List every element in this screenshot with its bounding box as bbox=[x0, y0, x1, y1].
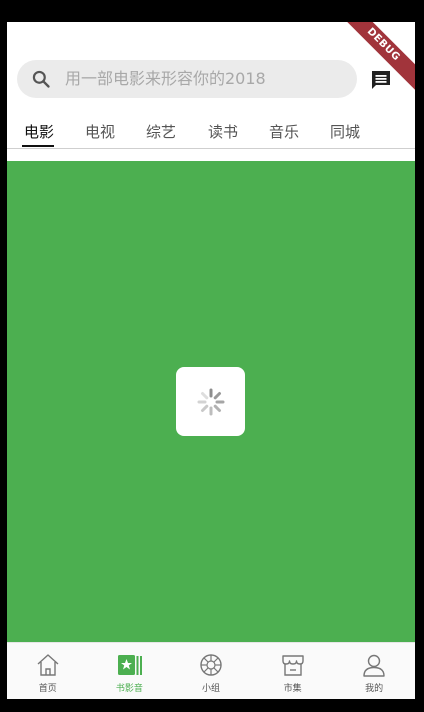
nav-label: 市集 bbox=[283, 684, 302, 694]
tab-label: 音乐 bbox=[269, 123, 300, 141]
tab-label: 电视 bbox=[85, 123, 116, 141]
tab-books[interactable]: 读书 bbox=[208, 120, 238, 144]
books-movies-music-icon bbox=[117, 655, 142, 675]
tab-tv[interactable]: 电视 bbox=[85, 120, 115, 144]
tab-variety[interactable]: 综艺 bbox=[146, 120, 176, 144]
nav-item-market[interactable]: 市集 bbox=[252, 643, 334, 699]
tab-music[interactable]: 音乐 bbox=[269, 120, 299, 144]
tab-label: 同城 bbox=[330, 123, 361, 141]
app-screen: DEBUG 用一部电影来形容你的2018 电影 电视 综艺 读书 音乐 同城 首… bbox=[7, 22, 415, 699]
spinner-icon bbox=[197, 388, 225, 416]
category-tabs: 电影 电视 综艺 读书 音乐 同城 bbox=[7, 120, 415, 149]
content-area bbox=[7, 161, 415, 642]
group-icon bbox=[200, 654, 222, 676]
bottom-navigation: 首页 书影音 小组 市集 我的 bbox=[7, 642, 415, 699]
search-placeholder: 用一部电影来形容你的2018 bbox=[65, 69, 266, 88]
nav-item-group[interactable]: 小组 bbox=[170, 643, 252, 699]
nav-label: 书影音 bbox=[115, 684, 143, 694]
loading-indicator bbox=[176, 367, 245, 436]
search-icon bbox=[32, 70, 50, 88]
message-icon[interactable] bbox=[369, 68, 393, 92]
tab-label: 综艺 bbox=[146, 123, 177, 141]
nav-item-books-movies-music[interactable]: 书影音 bbox=[89, 643, 171, 699]
search-input[interactable]: 用一部电影来形容你的2018 bbox=[17, 60, 357, 98]
profile-icon bbox=[363, 654, 386, 677]
tab-movie[interactable]: 电影 bbox=[22, 120, 55, 147]
home-icon bbox=[37, 654, 59, 676]
tab-label: 电影 bbox=[24, 123, 55, 141]
nav-item-profile[interactable]: 我的 bbox=[333, 643, 415, 699]
nav-item-home[interactable]: 首页 bbox=[7, 643, 89, 699]
nav-label: 我的 bbox=[365, 684, 384, 694]
tab-local[interactable]: 同城 bbox=[330, 120, 360, 144]
search-row: 用一部电影来形容你的2018 bbox=[7, 60, 415, 98]
market-icon bbox=[282, 655, 304, 676]
tab-indicator bbox=[22, 145, 54, 147]
nav-label: 首页 bbox=[38, 684, 57, 694]
nav-label: 小组 bbox=[201, 684, 220, 694]
tab-label: 读书 bbox=[208, 123, 239, 141]
